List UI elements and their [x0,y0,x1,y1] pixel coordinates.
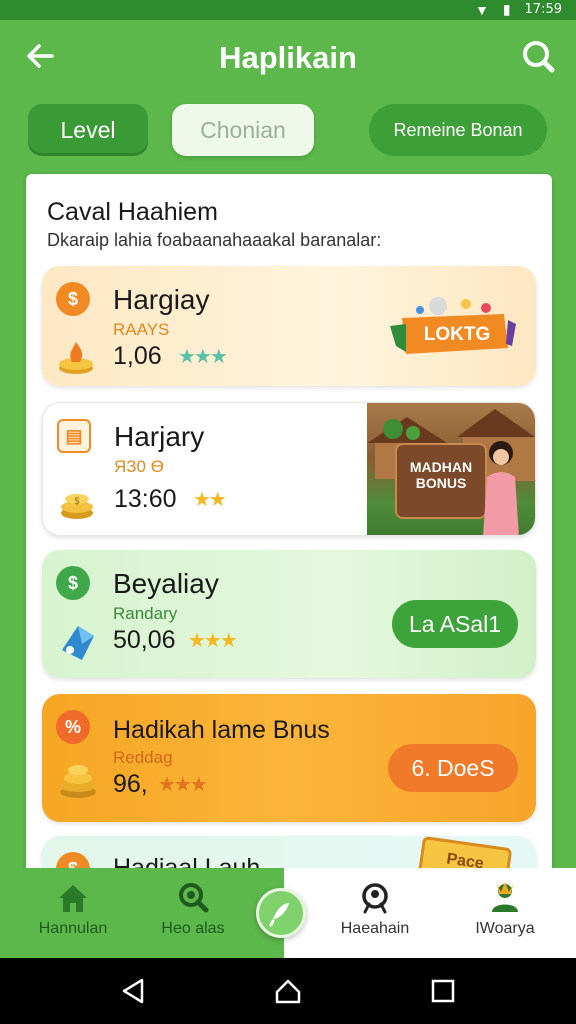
dollar-coin-icon: $ [56,566,90,600]
nav-label: Hannulan [38,920,108,937]
lokto-badge: LOKTG [388,296,516,366]
card-subtitle: RAAYS [113,320,170,339]
status-bar: ▼ ▮ 17:59 [0,0,576,20]
card-title: Hargiay [113,284,210,315]
card-value: 50,06 [113,626,176,654]
nav-label: Heo alas [161,920,225,937]
bonus-card-4[interactable]: % Hadikah lame Bnus Reddag 96, ★★★ 6. Do… [42,694,536,822]
promo-sign-line1: MADHAN [409,459,473,475]
star-rating: ★★★ [158,774,208,796]
percent-badge-icon: % [56,710,90,744]
location-icon [357,880,393,916]
wifi-icon: ▼ [474,1,489,18]
coin-stack-icon: $ [57,481,97,521]
page-title: Haplikain [219,40,357,75]
profile-icon [487,880,523,916]
card-title: Harjary [114,421,205,452]
panel-subtitle: Dkaraip lahia foabaanahaaakal baranalar: [47,230,382,250]
bonus-card-2[interactable]: ▤ Harjary ЯЗ0 Ө $ 13:60 ★★ MADHAN BONUS [42,402,536,536]
recents-square-icon[interactable] [428,976,458,1006]
card-value: 96, [113,770,148,798]
card-title: Beyaliay [113,568,219,599]
bonus-card-3[interactable]: $ Beyaliay Randary 50,06 ★★★ La ASal1 [42,550,536,678]
card-subtitle: Reddag [113,748,173,767]
tab-remeine-bonan[interactable]: Remeine Bonan [369,104,547,156]
star-rating: ★★★ [188,630,238,652]
person-illustration [479,437,523,535]
panel-title: Caval Haahiem [47,198,218,226]
card-title: Hadikah lame Bnus [113,716,330,744]
fire-coin-icon [56,336,96,376]
bonus-card-1[interactable]: $ Hargiay RAAYS 1,06 ★★★ LOKTG [42,266,536,386]
promo-sign-line2: BONUS [415,475,467,491]
battery-icon: ▮ [502,1,511,17]
tab-chonian[interactable]: Chonian [172,104,314,156]
app-bar: Haplikain [0,20,576,96]
card-value: 1,06 [113,342,162,370]
gem-icon [56,620,96,660]
nav-item-home[interactable]: Hannulan [18,868,128,958]
nav-item-search[interactable]: Heo alas [138,868,248,958]
star-rating: ★★★ [178,346,228,368]
gift-box-icon: ▤ [57,419,91,453]
search-icon[interactable] [518,36,558,76]
search-icon [175,880,211,916]
nav-label: IWoarya [475,920,535,937]
system-navigation-bar [0,958,576,1024]
lokto-badge-label: LOKTG [423,324,491,345]
nav-item-profile[interactable]: IWoarya [450,868,560,958]
nav-item-location[interactable]: Haeahain [320,868,430,958]
svg-text:$: $ [74,496,80,507]
card-subtitle: ЯЗ0 Ө [114,457,164,476]
claim-button[interactable]: 6. DoeS [388,744,518,792]
tab-level[interactable]: Level [28,104,148,156]
claim-button[interactable]: La ASal1 [392,600,518,648]
back-triangle-icon[interactable] [118,976,148,1006]
star-rating: ★★ [193,489,227,511]
status-time: 17:59 [524,2,562,17]
nav-center-action[interactable] [256,888,306,938]
nav-label: Haeahain [340,920,410,937]
home-icon [55,880,91,916]
bonus-list-panel: Caval Haahiem Dkaraip lahia foabaanahaaa… [26,174,552,894]
coin-stack-icon [56,756,96,798]
feather-icon [269,903,289,927]
bottom-navigation: Hannulan Heo alas Haeahain IWoarya [0,868,576,958]
card-value: 13:60 [114,485,177,513]
home-circle-icon[interactable] [273,976,303,1006]
dollar-coin-icon: $ [56,282,90,316]
filter-tabs: Level Chonian Remeine Bonan [28,104,548,158]
card-subtitle: Randary [113,604,178,623]
promo-sign: MADHAN BONUS [395,443,487,519]
promo-photo: MADHAN BONUS [367,403,535,535]
